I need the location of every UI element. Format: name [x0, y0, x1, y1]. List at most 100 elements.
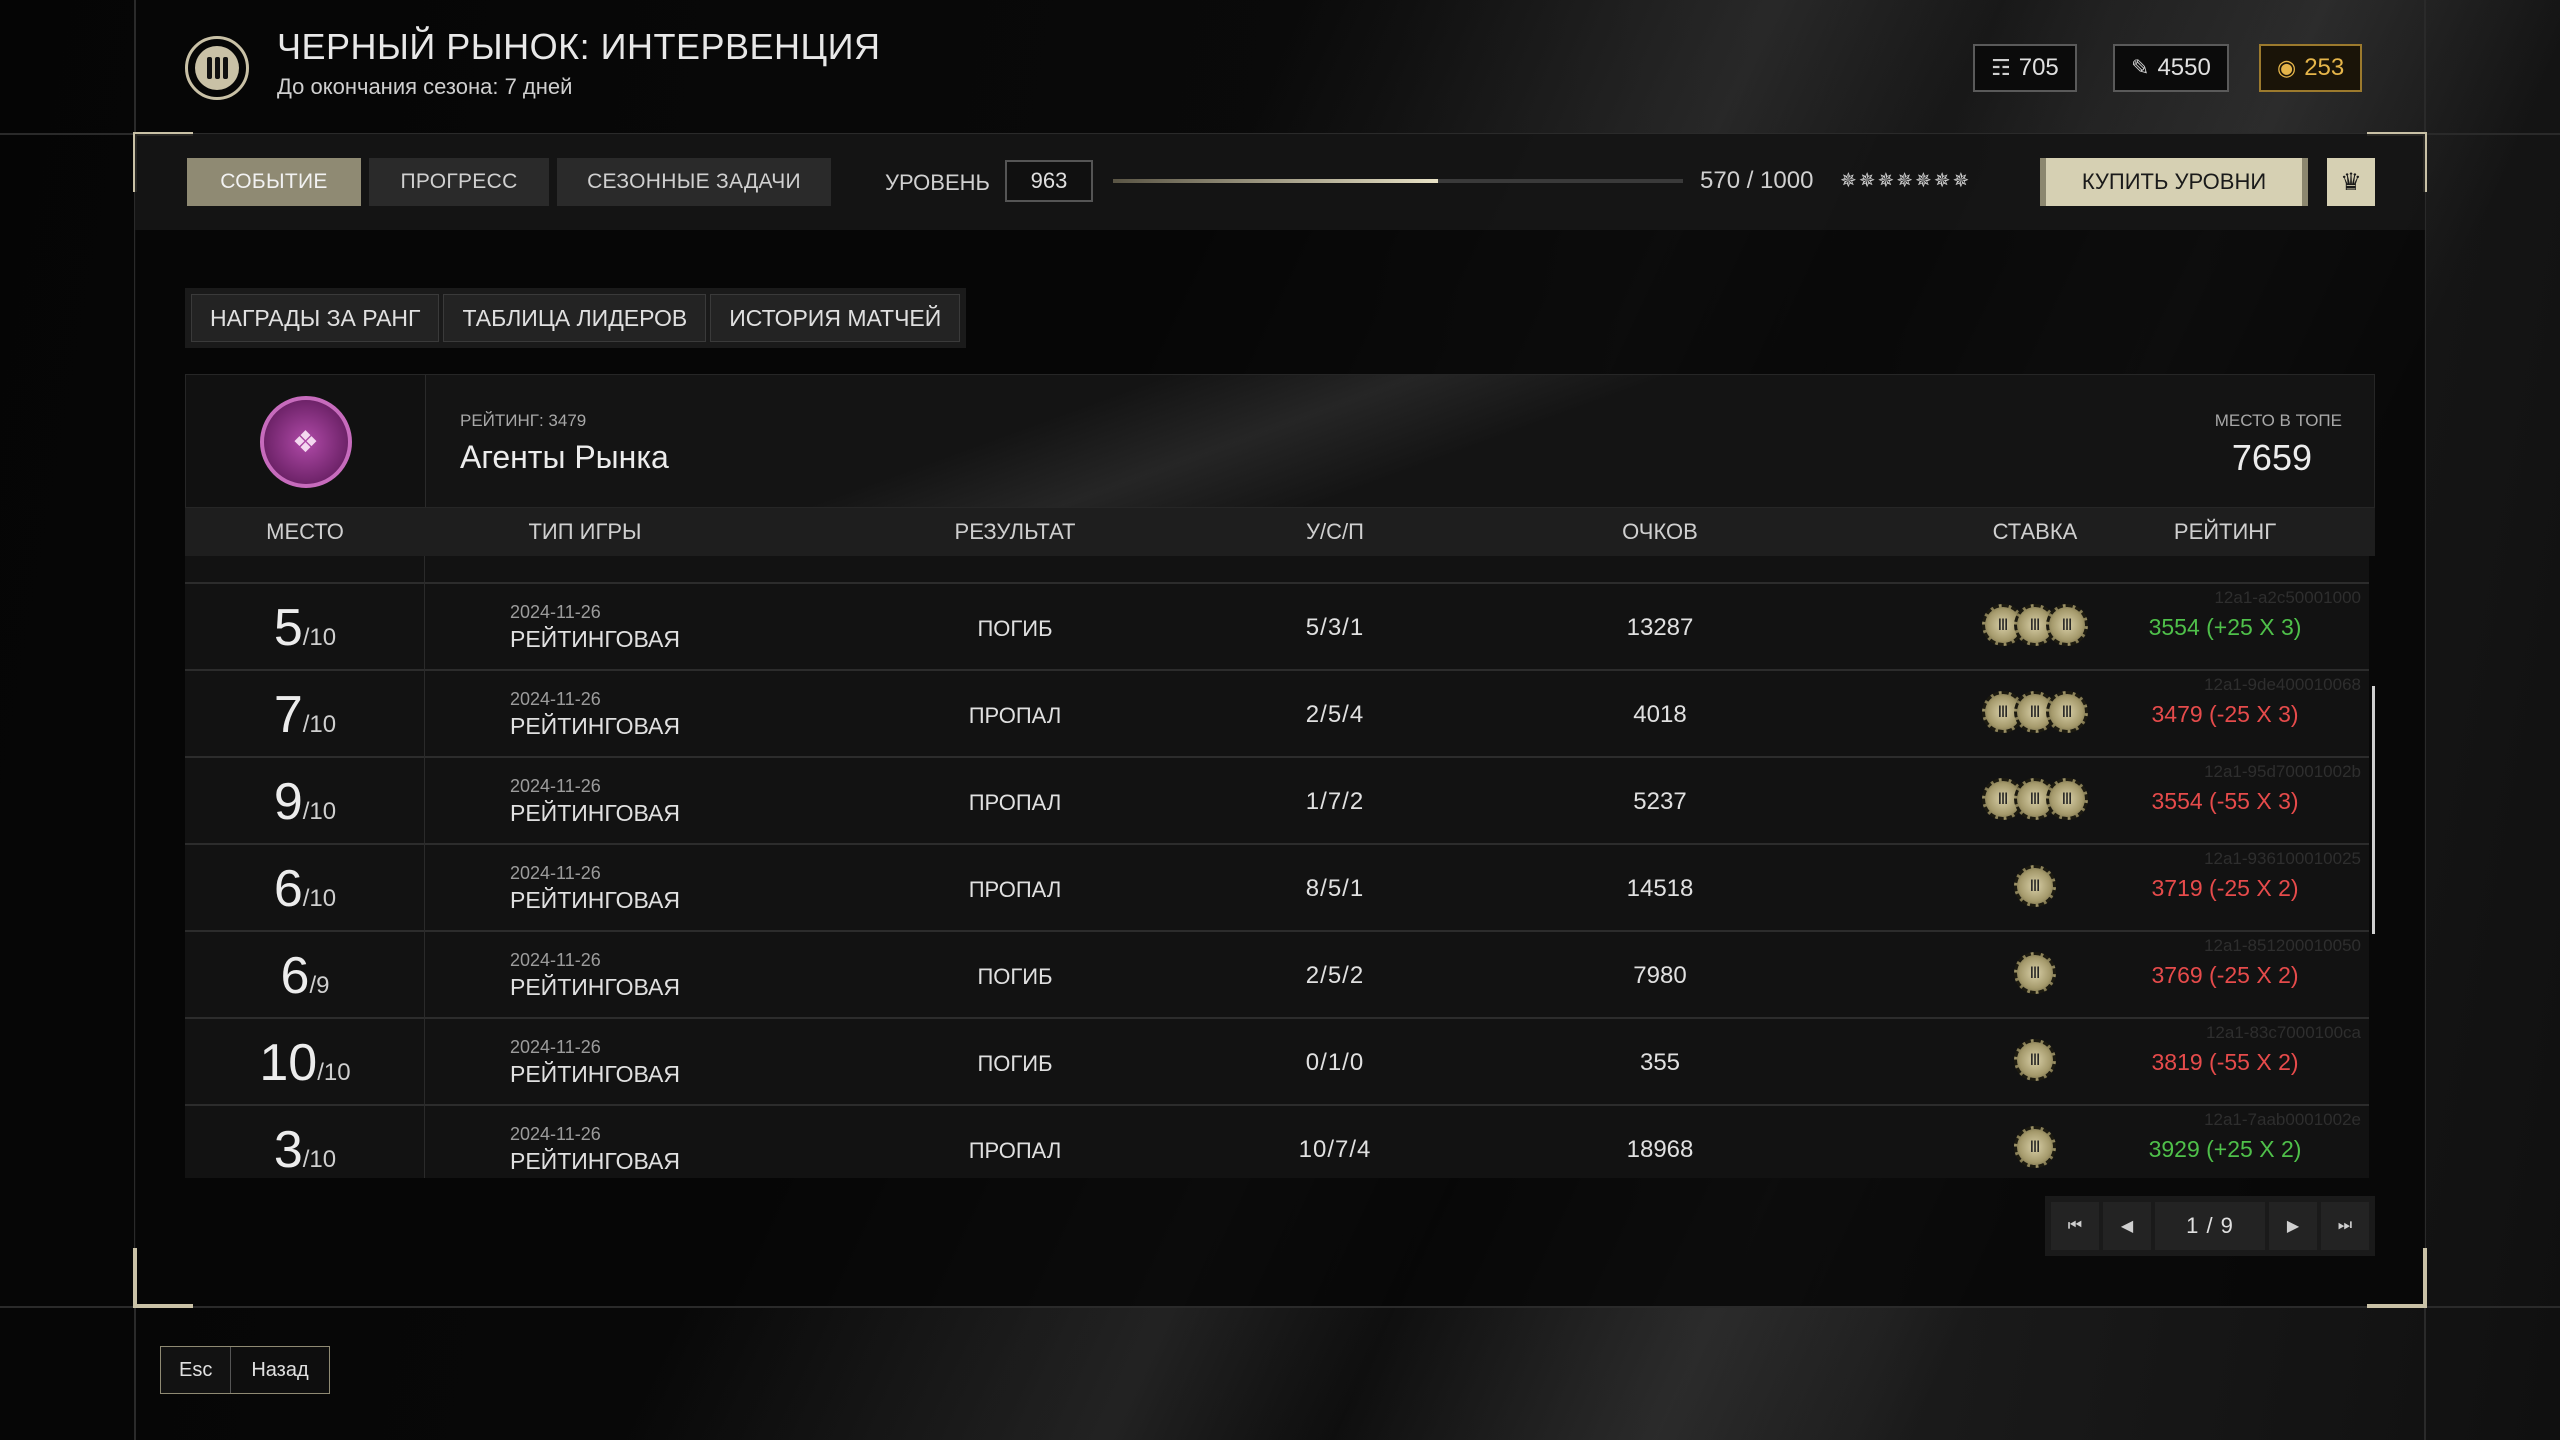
match-date: 2024-11-26 — [510, 1124, 601, 1144]
kda: 10/7/4 — [1298, 1136, 1372, 1163]
subtab-match-history[interactable]: ИСТОРИЯ МАТЧЕЙ — [710, 294, 961, 342]
currency-coins[interactable]: ◉ 253 — [2259, 44, 2363, 92]
game-type: РЕЙТИНГОВАЯ — [510, 626, 680, 652]
table-row[interactable]: 6/10 2024-11-26 РЕЙТИНГОВАЯ ПРОПАЛ 8/5/1 1451… — [185, 845, 2369, 932]
currency-value: 4550 — [2157, 54, 2211, 81]
table-row[interactable] — [185, 556, 2369, 584]
match-id: 12a1-a2c50001000 — [2214, 588, 2361, 607]
level-progress-bar — [1113, 179, 1683, 183]
tab-progress[interactable]: ПРОГРЕСС — [369, 158, 549, 206]
page-title: ЧЕРНЫЙ РЫНОК: ИНТЕРВЕНЦИЯ — [277, 26, 881, 67]
level-progress-text: 570 / 1000 — [1700, 167, 1814, 194]
col-score: ОЧКОВ — [1622, 519, 1698, 544]
currency-tokens[interactable]: ☶ 705 — [1973, 44, 2077, 92]
stake-chip-icon: Ⅲ — [2014, 865, 2056, 907]
page-indicator: 1 / 9 — [2155, 1202, 2265, 1250]
col-place: МЕСТО — [266, 519, 344, 544]
table-scrollbar[interactable] — [2372, 686, 2375, 934]
currency-value: 253 — [2304, 54, 2345, 81]
stake-chip-icon: Ⅲ — [2014, 1126, 2056, 1168]
tab-season-tasks[interactable]: СЕЗОННЫЕ ЗАДАЧИ — [557, 158, 831, 206]
table-row[interactable]: 10/10 2024-11-26 РЕЙТИНГОВАЯ ПОГИБ 0/1/0 355 Ⅲ… — [185, 1019, 2369, 1106]
subtab-leaderboard[interactable]: ТАБЛИЦА ЛИДЕРОВ — [443, 294, 707, 342]
place-of: /10 — [302, 711, 337, 738]
table-header: МЕСТО ТИП ИГРЫ РЕЗУЛЬТАТ У/С/П ОЧКОВ СТА… — [185, 508, 2375, 556]
place: 7/10 — [185, 685, 425, 745]
subtab-rank-rewards[interactable]: НАГРАДЫ ЗА РАНГ — [191, 294, 440, 342]
crown-icon[interactable]: ♛ — [2327, 158, 2375, 206]
col-result: РЕЗУЛЬТАТ — [954, 519, 1076, 544]
table-row[interactable]: 3/10 2024-11-26 РЕЙТИНГОВАЯ ПРОПАЛ 10/7/4 189… — [185, 1106, 2369, 1178]
team-name: Агенты Рынка — [460, 439, 669, 475]
level-progress-fill — [1113, 179, 1438, 183]
rating-change: 3554 (-55 X 3) — [2151, 788, 2299, 814]
match-result: ПРОПАЛ — [968, 877, 1062, 902]
tokens-icon: ☶ — [1991, 55, 2011, 80]
frame-line — [0, 1306, 2560, 1308]
last-page-icon[interactable]: ⏭ — [2321, 1202, 2369, 1250]
score: 18968 — [1626, 1136, 1694, 1163]
stake-chip-icon: Ⅲ — [2046, 778, 2088, 820]
pagination: ⏮ ◀ 1 / 9 ▶ ⏭ — [2045, 1196, 2375, 1256]
kda: 0/1/0 — [1305, 1049, 1365, 1076]
first-page-icon[interactable]: ⏮ — [2051, 1202, 2099, 1250]
place-of: /10 — [302, 624, 337, 651]
place-of: /10 — [302, 885, 337, 912]
match-result: ПОГИБ — [977, 964, 1053, 989]
table-row[interactable]: 6/9 2024-11-26 РЕЙТИНГОВАЯ ПОГИБ 2/5/2 7980 Ⅲ 3… — [185, 932, 2369, 1019]
game-type: РЕЙТИНГОВАЯ — [510, 713, 680, 739]
rating-change: 3929 (+25 X 2) — [2148, 1136, 2302, 1162]
place-of: /9 — [309, 972, 330, 999]
rank-emblem-icon: ❖ — [259, 396, 352, 488]
match-id: 12a1-95d70001002b — [2204, 762, 2361, 781]
match-id: 12a1-83c7000100ca — [2205, 1023, 2361, 1042]
frame-corner — [2367, 1248, 2427, 1308]
match-result: ПОГИБ — [977, 1051, 1053, 1076]
place-value: 3 — [273, 1121, 303, 1178]
buy-levels-button[interactable]: КУПИТЬ УРОВНИ — [2040, 158, 2308, 206]
place: 6/9 — [185, 946, 425, 1006]
back-button[interactable]: Esc Назад — [160, 1346, 330, 1394]
kda: 5/3/1 — [1305, 614, 1365, 641]
game-type: РЕЙТИНГОВАЯ — [510, 1148, 680, 1174]
table-row[interactable]: 5/10 2024-11-26 РЕЙТИНГОВАЯ ПОГИБ 5/3/1 13287… — [185, 584, 2369, 671]
match-result: ПРОПАЛ — [968, 703, 1062, 728]
col-rating: РЕЙТИНГ — [2173, 519, 2277, 544]
table-row[interactable]: 9/10 2024-11-26 РЕЙТИНГОВАЯ ПРОПАЛ 1/7/2 5237… — [185, 758, 2369, 845]
place-value: 7 — [273, 686, 303, 744]
top-rank-label: МЕСТО В ТОПЕ — [2214, 411, 2342, 430]
rating-card: ❖ РЕЙТИНГ: 3479 Агенты Рынка МЕСТО В ТОП… — [185, 374, 2375, 508]
match-date: 2024-11-26 — [510, 863, 601, 883]
header: ЧЕРНЫЙ РЫНОК: ИНТЕРВЕНЦИЯ До окончания с… — [135, 0, 2425, 134]
frame-corner — [133, 1248, 193, 1308]
prev-page-icon[interactable]: ◀ — [2103, 1202, 2151, 1250]
season-countdown: До окончания сезона: 7 дней — [277, 74, 573, 99]
match-date: 2024-11-26 — [510, 1037, 601, 1057]
esc-key-hint: Esc — [161, 1347, 232, 1393]
match-result: ПРОПАЛ — [968, 1138, 1062, 1163]
kda: 8/5/1 — [1305, 875, 1365, 902]
rating-label: РЕЙТИНГ: 3479 — [460, 411, 587, 430]
table-row[interactable]: 7/10 2024-11-26 РЕЙТИНГОВАЯ ПРОПАЛ 2/5/4 4018… — [185, 671, 2369, 758]
currency-value: 705 — [2018, 54, 2059, 81]
stake-chip-icon: Ⅲ — [2014, 952, 2056, 994]
match-history-list[interactable]: 5/10 2024-11-26 РЕЙТИНГОВАЯ ПОГИБ 5/3/1 13287… — [185, 556, 2375, 1178]
currency-tickets[interactable]: ✎ 4550 — [2113, 44, 2229, 92]
score: 7980 — [1633, 962, 1687, 989]
stake-chip-icon: Ⅲ — [2046, 691, 2088, 733]
match-date: 2024-11-26 — [510, 950, 601, 970]
event-logo-icon — [185, 36, 249, 100]
match-result: ПРОПАЛ — [968, 790, 1062, 815]
game-type: РЕЙТИНГОВАЯ — [510, 1061, 680, 1087]
game-type: РЕЙТИНГОВАЯ — [510, 974, 680, 1000]
score: 5237 — [1633, 788, 1687, 815]
place-value: 6 — [273, 860, 303, 918]
score: 355 — [1639, 1049, 1681, 1076]
col-kda: У/С/П — [1306, 519, 1364, 544]
kda: 2/5/2 — [1305, 962, 1365, 989]
place-value: 10 — [259, 1034, 318, 1092]
progress-stars-icon: ✵✵✵✵✵✵✵ — [1840, 170, 1972, 192]
tab-event[interactable]: СОБЫТИЕ — [187, 158, 361, 206]
next-page-icon[interactable]: ▶ — [2269, 1202, 2317, 1250]
back-label: Назад — [231, 1347, 329, 1393]
